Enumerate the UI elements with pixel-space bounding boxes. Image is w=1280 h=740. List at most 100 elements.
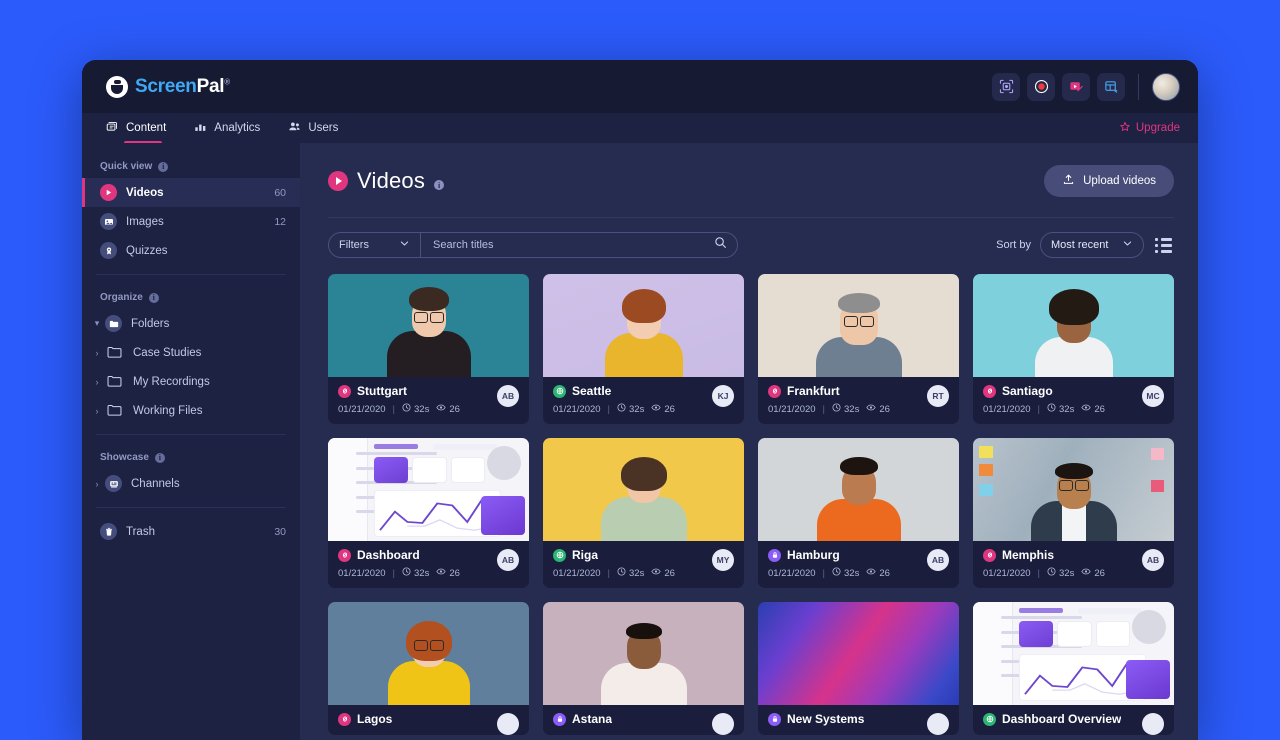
filters-dropdown[interactable]: Filters	[329, 233, 421, 257]
sidebar-item-folders[interactable]: ▾ Folders	[82, 309, 300, 338]
sidebar-folder-case-studies[interactable]: › Case Studies	[82, 338, 300, 367]
filter-search-box: Filters	[328, 232, 738, 258]
info-icon[interactable]: i	[158, 161, 169, 172]
info-icon[interactable]: i	[148, 292, 159, 303]
capture-icon[interactable]	[992, 72, 1020, 101]
chevron-right-icon[interactable]: ›	[90, 348, 104, 358]
video-owner-avatar[interactable]: MY	[712, 549, 734, 571]
sidebar-folder-my-recordings[interactable]: › My Recordings	[82, 367, 300, 396]
video-card[interactable]: Riga 01/21/2020 | 32s 26 MY	[543, 438, 744, 588]
video-card[interactable]: Memphis 01/21/2020 | 32s 26 AB	[973, 438, 1174, 588]
video-owner-avatar[interactable]: AB	[927, 549, 949, 571]
video-card[interactable]: Dashboard 01/21/2020 | 32s 26 AB	[328, 438, 529, 588]
meta-divider: |	[822, 567, 826, 579]
upload-videos-button[interactable]: Upload videos	[1044, 165, 1174, 197]
meta-divider: |	[392, 403, 396, 415]
chevron-down-icon[interactable]: ▾	[90, 318, 104, 329]
chevron-right-icon[interactable]: ›	[90, 406, 104, 416]
lock-icon	[768, 712, 781, 726]
shared-link-icon	[983, 384, 996, 398]
video-title: Memphis	[1002, 548, 1055, 562]
video-thumbnail	[758, 274, 959, 377]
sidebar-item-quizzes[interactable]: Quizzes	[82, 236, 300, 265]
chevron-right-icon[interactable]: ›	[90, 479, 104, 489]
sort-controls: Sort by Most recent	[996, 232, 1174, 258]
video-views: 26	[449, 567, 460, 579]
video-card[interactable]: New Systems	[758, 602, 959, 735]
sidebar-item-channels[interactable]: › Channels	[82, 469, 300, 498]
video-duration: 32s	[629, 567, 645, 579]
users-icon	[288, 120, 301, 136]
tab-users-label: Users	[308, 122, 339, 134]
video-views-item: 26	[1081, 567, 1105, 579]
sort-dropdown[interactable]: Most recent	[1040, 232, 1144, 258]
video-card-body: Frankfurt 01/21/2020 | 32s 26 RT	[758, 377, 959, 424]
video-owner-avatar[interactable]: AB	[497, 385, 519, 407]
video-title: Dashboard	[357, 548, 420, 562]
sidebar-item-videos[interactable]: Videos 60	[82, 178, 300, 207]
tab-users[interactable]: Users	[288, 113, 338, 143]
quick-view-heading-label: Quick view	[100, 161, 153, 172]
video-owner-avatar[interactable]: AB	[497, 549, 519, 571]
sidebar-heading-showcase: Showcase i	[82, 444, 300, 469]
sidebar-folder-working-files[interactable]: › Working Files	[82, 396, 300, 425]
tab-content-label: Content	[126, 122, 167, 134]
video-owner-avatar[interactable]: KJ	[712, 385, 734, 407]
video-editor-icon[interactable]	[1062, 72, 1090, 101]
eye-icon	[436, 403, 446, 415]
tab-analytics[interactable]: Analytics	[194, 113, 260, 143]
video-card[interactable]: Astana	[543, 602, 744, 735]
clock-icon	[402, 567, 411, 579]
user-avatar[interactable]	[1152, 72, 1180, 101]
brand-logo[interactable]: ScreenPal®	[106, 75, 230, 98]
video-owner-avatar[interactable]	[1142, 713, 1164, 735]
info-icon[interactable]: i	[434, 180, 445, 190]
brand-name-part1: Screen	[135, 75, 197, 97]
video-card-body: New Systems	[758, 705, 959, 735]
video-card[interactable]: Lagos	[328, 602, 529, 735]
sidebar-item-images-count: 12	[274, 215, 286, 228]
video-card[interactable]: Dashboard Overview	[973, 602, 1174, 735]
eye-icon	[651, 567, 661, 579]
chevron-down-icon	[399, 238, 410, 252]
video-owner-avatar[interactable]	[497, 713, 519, 735]
sidebar-heading-quick-view: Quick view i	[82, 153, 300, 178]
video-card[interactable]: Santiago 01/21/2020 | 32s 26 MC	[973, 274, 1174, 424]
video-duration-item: 32s	[832, 567, 859, 579]
info-icon[interactable]: i	[154, 452, 165, 463]
video-card[interactable]: Stuttgart 01/21/2020 | 32s 26 AB	[328, 274, 529, 424]
list-view-icon[interactable]	[1153, 236, 1174, 255]
tab-content[interactable]: Content	[106, 113, 166, 143]
videos-play-icon	[328, 171, 348, 191]
video-owner-avatar[interactable]: RT	[927, 385, 949, 407]
sidebar-item-trash-label: Trash	[126, 525, 155, 538]
public-globe-icon	[983, 712, 996, 726]
video-thumbnail	[973, 602, 1174, 705]
video-card-body: Seattle 01/21/2020 | 32s 26 KJ	[543, 377, 744, 424]
video-card[interactable]: Seattle 01/21/2020 | 32s 26 KJ	[543, 274, 744, 424]
channels-icon	[105, 475, 122, 492]
video-title: Dashboard Overview	[1002, 712, 1122, 726]
video-owner-avatar[interactable]	[927, 713, 949, 735]
upgrade-button[interactable]: Upgrade	[1119, 121, 1180, 136]
video-card[interactable]: Frankfurt 01/21/2020 | 32s 26 RT	[758, 274, 959, 424]
video-owner-avatar[interactable]	[712, 713, 734, 735]
filters-label: Filters	[339, 239, 369, 251]
video-thumbnail	[758, 438, 959, 541]
public-globe-icon	[553, 384, 566, 398]
video-date: 01/21/2020	[553, 567, 601, 579]
video-owner-avatar[interactable]: MC	[1142, 385, 1164, 407]
search-icon[interactable]	[714, 236, 727, 254]
chevron-right-icon[interactable]: ›	[90, 377, 104, 387]
video-thumbnail	[973, 438, 1174, 541]
video-title: Santiago	[1002, 384, 1053, 398]
search-input[interactable]	[433, 239, 714, 251]
video-thumbnail	[543, 274, 744, 377]
video-owner-avatar[interactable]: AB	[1142, 549, 1164, 571]
sidebar-item-images[interactable]: Images 12	[82, 207, 300, 236]
video-date: 01/21/2020	[983, 567, 1031, 579]
apps-grid-icon[interactable]	[1097, 72, 1125, 101]
record-icon[interactable]	[1027, 72, 1055, 101]
sidebar-item-trash[interactable]: Trash 30	[82, 517, 300, 546]
video-card[interactable]: Hamburg 01/21/2020 | 32s 26 AB	[758, 438, 959, 588]
